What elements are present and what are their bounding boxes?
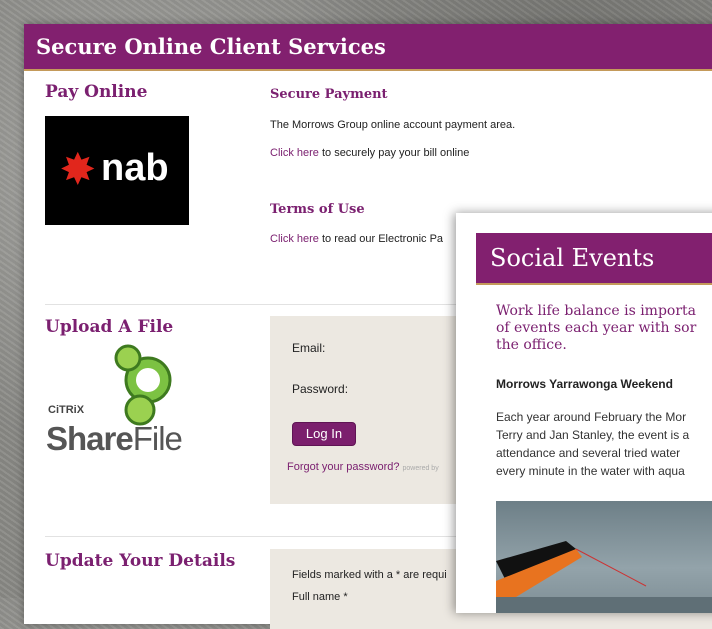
event-line: Each year around February the Mor (496, 410, 687, 424)
nab-logo[interactable]: ✸ nab (45, 116, 189, 225)
secure-payment-heading: Secure Payment (270, 87, 388, 102)
pay-bill-line: Click here to securely pay your bill onl… (270, 147, 469, 159)
intro-line: the office. (496, 337, 567, 353)
full-name-label: Full name * (292, 591, 348, 603)
terms-of-use-heading: Terms of Use (270, 202, 365, 217)
sharefile-share-text: Share (46, 420, 134, 457)
powered-by-text: powered by (402, 465, 439, 472)
nab-star-icon: ✸ (61, 148, 95, 192)
update-details-heading: Update Your Details (45, 551, 236, 571)
social-events-panel: Social Events Work life balance is impor… (456, 213, 712, 613)
panel-header: Secure Online Client Services (24, 24, 712, 71)
intro-line: Work life balance is importa (496, 303, 697, 319)
forgot-password-link[interactable]: Forgot your password? (287, 461, 400, 473)
login-button[interactable]: Log In (292, 422, 356, 446)
event-description: Each year around February the Mor Terry … (496, 408, 712, 480)
pay-online-heading: Pay Online (45, 82, 148, 102)
citrix-text: CiTRiX (48, 404, 85, 416)
pay-bill-link[interactable]: Click here (270, 147, 319, 159)
social-events-header: Social Events (476, 233, 712, 285)
email-label: Email: (292, 341, 326, 355)
social-intro: Work life balance is importa of events e… (496, 303, 712, 354)
secure-payment-text: The Morrows Group online account payment… (270, 119, 516, 131)
required-fields-note: Fields marked with a * are requi (292, 569, 447, 581)
password-label: Password: (292, 382, 349, 396)
terms-line: Click here to read our Electronic Pa (270, 233, 443, 245)
event-photo (496, 501, 712, 613)
pay-bill-text: to securely pay your bill online (318, 147, 470, 159)
upload-file-heading: Upload A File (45, 317, 174, 337)
sharefile-logo[interactable]: CiTRiX ShareFile (44, 344, 194, 466)
intro-line: of events each year with sor (496, 320, 697, 336)
event-line: attendance and several tried water (496, 446, 681, 460)
event-title: Morrows Yarrawonga Weekend (496, 377, 673, 391)
forgot-password-line: Forgot your password? powered by (287, 461, 439, 473)
terms-text: to read our Electronic Pa (318, 233, 444, 245)
nab-logo-text: nab (101, 147, 169, 189)
terms-link[interactable]: Click here (270, 233, 319, 245)
sharefile-text: ShareFile (46, 420, 183, 458)
event-line: every minute in the water with aqua (496, 464, 685, 478)
boat-image (496, 541, 712, 613)
event-line: Terry and Jan Stanley, the event is a (496, 428, 690, 442)
sharefile-file-text: File (132, 420, 183, 457)
